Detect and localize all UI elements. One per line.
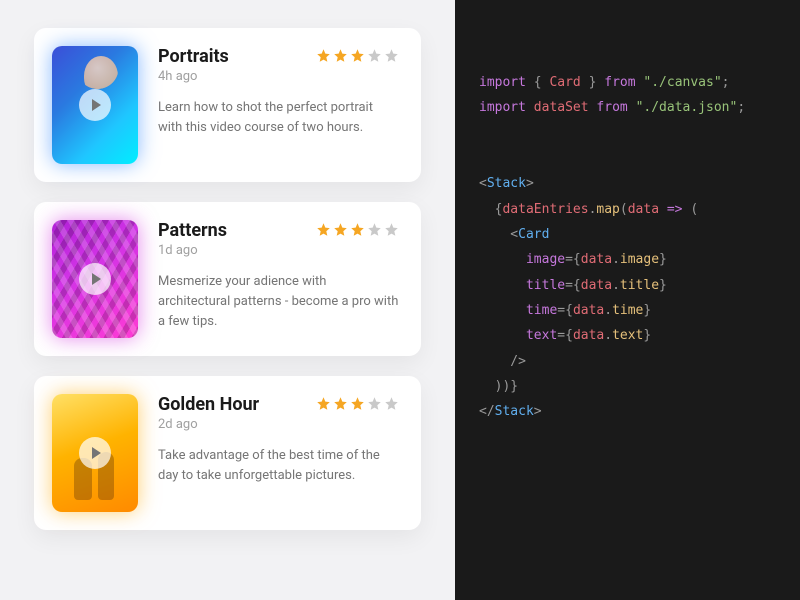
code-line: {dataEntries.map(data => (: [479, 197, 776, 222]
thumb-patterns[interactable]: [52, 220, 138, 338]
card-time: 4h ago: [158, 69, 399, 84]
star-filled-icon[interactable]: [316, 222, 331, 237]
code-line: time={data.time}: [479, 298, 776, 323]
card-time: 1d ago: [158, 243, 399, 258]
code-pane: import { Card } from "./canvas";import d…: [455, 0, 800, 600]
code-line: title={data.title}: [479, 273, 776, 298]
star-empty-icon[interactable]: [384, 222, 399, 237]
card-body: Portraits 4h ago Learn how to shot the per…: [158, 46, 399, 164]
code-line: image={data.image}: [479, 247, 776, 272]
code-line: </Stack>: [479, 399, 776, 424]
card-text: Learn how to shot the perfect portrait w…: [158, 98, 399, 138]
star-filled-icon[interactable]: [333, 222, 348, 237]
card-title: Patterns: [158, 220, 227, 241]
star-filled-icon[interactable]: [333, 396, 348, 411]
card-head: Golden Hour: [158, 394, 399, 415]
star-empty-icon[interactable]: [367, 222, 382, 237]
star-empty-icon[interactable]: [367, 48, 382, 63]
rating-stars[interactable]: [316, 222, 399, 237]
code-line: <Card: [479, 222, 776, 247]
star-filled-icon[interactable]: [350, 48, 365, 63]
card-title: Portraits: [158, 46, 229, 67]
play-icon[interactable]: [79, 263, 111, 295]
code-line: text={data.text}: [479, 323, 776, 348]
card-list: Portraits 4h ago Learn how to shot the per…: [0, 0, 455, 600]
star-filled-icon[interactable]: [316, 396, 331, 411]
course-card[interactable]: Portraits 4h ago Learn how to shot the per…: [34, 28, 421, 182]
star-filled-icon[interactable]: [350, 222, 365, 237]
code-line: import { Card } from "./canvas";: [479, 70, 776, 95]
card-body: Golden Hour 2d ago Take advantage of the b…: [158, 394, 399, 512]
card-title: Golden Hour: [158, 394, 259, 415]
card-text: Take advantage of the best time of the d…: [158, 446, 399, 486]
star-filled-icon[interactable]: [316, 48, 331, 63]
card-head: Portraits: [158, 46, 399, 67]
code-line: import dataSet from "./data.json";: [479, 95, 776, 120]
star-filled-icon[interactable]: [333, 48, 348, 63]
card-body: Patterns 1d ago Mesmerize your adience wit…: [158, 220, 399, 338]
star-empty-icon[interactable]: [384, 396, 399, 411]
course-card[interactable]: Golden Hour 2d ago Take advantage of the b…: [34, 376, 421, 530]
thumb-golden-hour[interactable]: [52, 394, 138, 512]
thumb-portraits[interactable]: [52, 46, 138, 164]
play-icon[interactable]: [79, 89, 111, 121]
star-empty-icon[interactable]: [384, 48, 399, 63]
card-text: Mesmerize your adience with architectura…: [158, 272, 399, 332]
star-empty-icon[interactable]: [367, 396, 382, 411]
rating-stars[interactable]: [316, 396, 399, 411]
code-line: ))}: [479, 374, 776, 399]
code-line: <Stack>: [479, 171, 776, 196]
code-line: />: [479, 349, 776, 374]
rating-stars[interactable]: [316, 48, 399, 63]
card-head: Patterns: [158, 220, 399, 241]
course-card[interactable]: Patterns 1d ago Mesmerize your adience wit…: [34, 202, 421, 356]
star-filled-icon[interactable]: [350, 396, 365, 411]
card-time: 2d ago: [158, 417, 399, 432]
play-icon[interactable]: [79, 437, 111, 469]
